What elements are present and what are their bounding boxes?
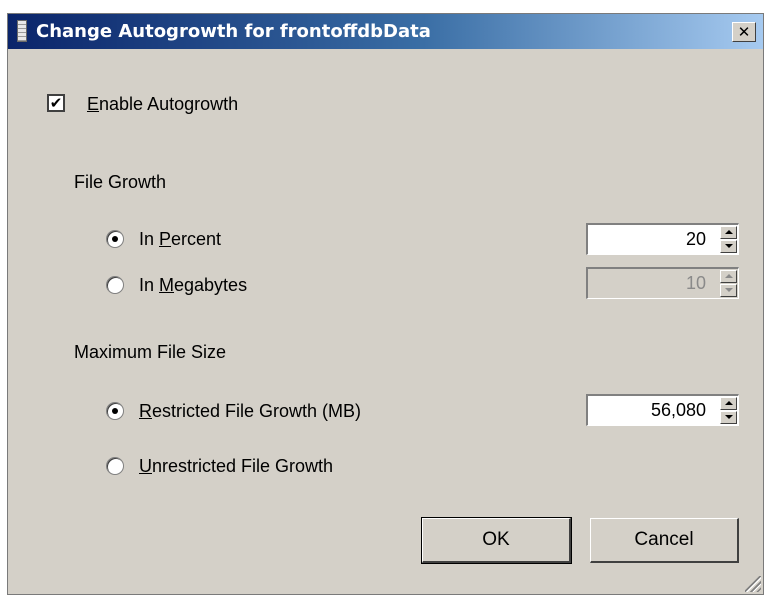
restricted-mnemonic: R	[139, 401, 152, 421]
percent-spin-buttons	[720, 226, 737, 253]
restricted-spin-down-button[interactable]	[720, 411, 737, 424]
maximum-file-size-heading: Maximum File Size	[74, 342, 227, 362]
in-megabytes-rest: egabytes	[174, 275, 248, 295]
title-bar[interactable]: Change Autogrowth for frontoffdbData ✕	[8, 14, 763, 49]
database-icon	[17, 20, 27, 42]
unrestricted-mnemonic: U	[139, 456, 152, 476]
restricted-spin-up-button[interactable]	[720, 397, 737, 410]
percent-value[interactable]: 20	[686, 229, 706, 250]
percent-spinbox[interactable]: 20	[586, 223, 739, 255]
resize-grip-icon[interactable]	[745, 576, 761, 592]
megabytes-spin-down-button	[720, 284, 737, 297]
megabytes-spin-buttons	[720, 270, 737, 297]
unrestricted-file-growth-label[interactable]: Unrestricted File Growth	[139, 455, 333, 477]
change-autogrowth-dialog: Change Autogrowth for frontoffdbData ✕ ✔…	[7, 13, 764, 595]
in-megabytes-radio[interactable]	[106, 276, 124, 294]
restricted-file-growth-radio[interactable]	[106, 402, 124, 420]
in-percent-rest: ercent	[171, 229, 222, 249]
percent-spin-down-button[interactable]	[720, 240, 737, 253]
file-growth-heading: File Growth	[74, 172, 167, 192]
enable-autogrowth-label-text: nable Autogrowth	[99, 94, 239, 114]
percent-spin-up-button[interactable]	[720, 226, 737, 239]
in-percent-radio[interactable]	[106, 230, 124, 248]
megabytes-value: 10	[685, 273, 706, 293]
in-percent-mnemonic: P	[159, 229, 172, 249]
restricted-rest: estricted File Growth (MB)	[152, 401, 362, 421]
restricted-spin-buttons	[720, 397, 737, 424]
ok-button[interactable]: OK	[421, 517, 572, 564]
enable-autogrowth-checkbox[interactable]: ✔	[47, 94, 65, 112]
window-title: Change Autogrowth for frontoffdbData	[36, 21, 431, 42]
in-percent-prefix: In	[139, 229, 160, 249]
in-megabytes-mnemonic: M	[159, 275, 175, 295]
restricted-size-value[interactable]: 56,080	[651, 400, 706, 421]
restricted-size-spinbox[interactable]: 56,080	[586, 394, 739, 426]
in-megabytes-prefix: In	[139, 275, 160, 295]
cancel-button[interactable]: Cancel	[590, 518, 739, 563]
megabytes-spin-up-button	[720, 270, 737, 283]
in-megabytes-label[interactable]: In Megabytes	[139, 274, 247, 296]
megabytes-spinbox: 10	[586, 267, 739, 299]
close-button[interactable]: ✕	[732, 22, 756, 42]
enable-autogrowth-mnemonic: E	[87, 94, 100, 114]
enable-autogrowth-label[interactable]: Enable Autogrowth	[87, 93, 238, 115]
in-percent-label[interactable]: In Percent	[139, 228, 221, 250]
unrestricted-file-growth-radio[interactable]	[106, 457, 124, 475]
unrestricted-rest: nrestricted File Growth	[152, 456, 334, 476]
restricted-file-growth-label[interactable]: Restricted File Growth (MB)	[139, 400, 361, 422]
